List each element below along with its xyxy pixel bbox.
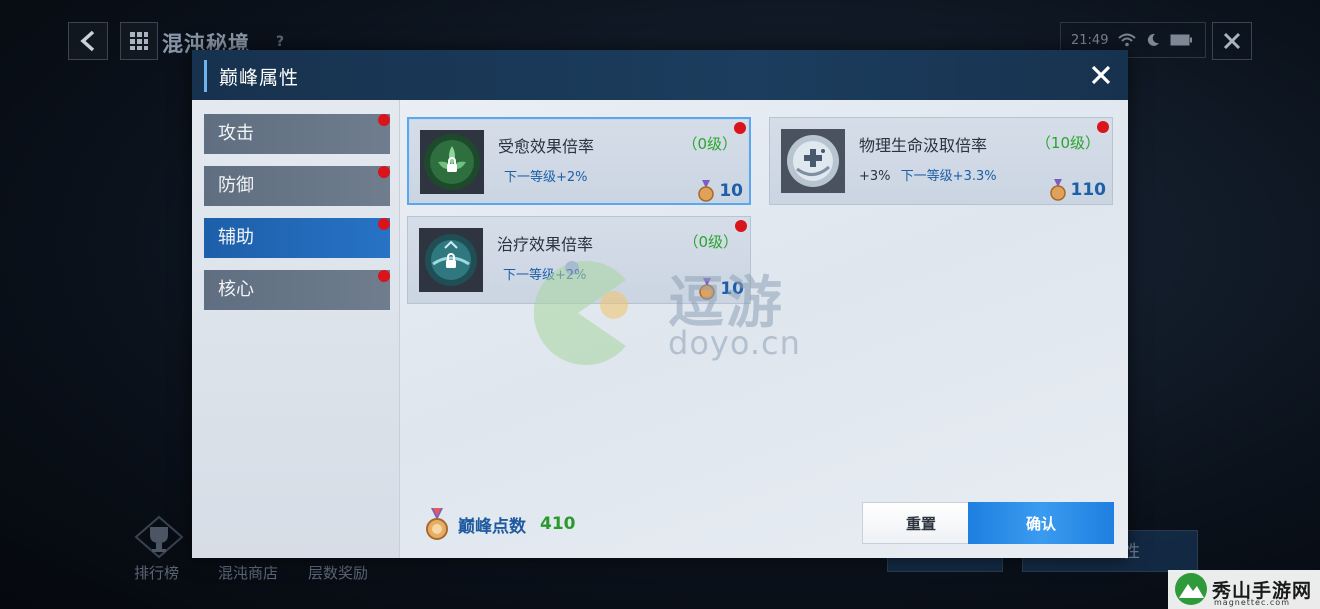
- water-lock-icon: [419, 228, 483, 292]
- doyo-watermark: 逗游 doyo.cn: [518, 258, 818, 368]
- close-icon: [1091, 65, 1111, 85]
- notification-dot: [1097, 121, 1109, 133]
- tab-core-label: 核心: [218, 279, 254, 300]
- site-watermark: 秀山手游网 magnettec.com: [1168, 570, 1320, 609]
- help-icon[interactable]: ?: [270, 32, 290, 52]
- doyo-logo-icon: [533, 261, 628, 365]
- trophy-icon: [134, 515, 184, 559]
- medal-icon: [1049, 179, 1066, 201]
- close-icon: [1223, 32, 1241, 50]
- attribute-current-value: +3%: [859, 169, 891, 184]
- notification-dot: [378, 270, 390, 282]
- attribute-next-level: 下一等级+2%: [504, 166, 588, 185]
- moon-icon: [1148, 33, 1160, 46]
- wifi-icon: [1118, 33, 1137, 47]
- tab-support-label: 辅助: [218, 227, 254, 248]
- chaos-shop-link[interactable]: 混沌商店: [218, 562, 278, 583]
- tab-defense-label: 防御: [218, 175, 254, 196]
- attribute-level: （0级）: [683, 233, 738, 251]
- attribute-next-level-text: 下一等级+3.3%: [900, 169, 997, 184]
- peak-points-value: 410: [540, 514, 576, 534]
- notification-dot: [378, 166, 390, 178]
- dialog-header: 巅峰属性: [192, 50, 1128, 100]
- attribute-next-level: +3% 下一等级+3.3%: [859, 165, 997, 184]
- attribute-cost-value: 10: [719, 181, 743, 201]
- chevron-left-icon: [80, 30, 95, 52]
- attribute-cost: 110: [1049, 179, 1107, 201]
- tab-defense[interactable]: 防御: [204, 166, 390, 206]
- notification-dot: [735, 220, 747, 232]
- mountain-logo-icon: [1175, 573, 1207, 605]
- attribute-cost-value: 110: [1070, 180, 1107, 200]
- tab-attack-label: 攻击: [218, 123, 254, 144]
- heal-orb-icon: [781, 129, 845, 193]
- battery-icon: [1170, 34, 1193, 46]
- attribute-level: （0级）: [682, 135, 737, 153]
- leaderboard-link[interactable]: 排行榜: [134, 562, 179, 583]
- attribute-level: （10级）: [1035, 134, 1100, 152]
- attribute-card-physical-lifesteal[interactable]: 物理生命汲取倍率 （10级） +3% 下一等级+3.3% 110: [769, 117, 1113, 205]
- floor-reward-link[interactable]: 层数奖励: [308, 562, 368, 583]
- menu-grid-button[interactable]: [120, 22, 158, 60]
- medal-icon: [426, 508, 448, 540]
- confirm-button[interactable]: 确认: [968, 502, 1114, 544]
- tab-attack[interactable]: 攻击: [204, 114, 390, 154]
- attribute-cost: 10: [697, 180, 743, 202]
- doyo-watermark-en: doyo.cn: [668, 324, 801, 362]
- peak-points: 巅峰点数 410: [424, 508, 576, 540]
- flower-lock-icon: [420, 130, 484, 194]
- attribute-name: 治疗效果倍率: [497, 235, 594, 254]
- attribute-card-heal-received[interactable]: 受愈效果倍率 （0级） 下一等级+2% 10: [407, 117, 751, 205]
- grid-icon: [130, 32, 148, 50]
- peak-points-label: 巅峰点数: [458, 516, 526, 537]
- reset-button[interactable]: 重置: [862, 502, 980, 544]
- dialog-close-button[interactable]: [1088, 62, 1114, 88]
- notification-dot: [734, 122, 746, 134]
- notification-dot: [378, 218, 390, 230]
- attribute-name: 受愈效果倍率: [498, 137, 595, 156]
- medal-icon: [698, 180, 715, 202]
- back-button[interactable]: [68, 22, 108, 60]
- category-tab-list: 攻击 防御 辅助 核心: [192, 100, 400, 558]
- dialog-title: 巅峰属性: [219, 67, 300, 89]
- attribute-name: 物理生命汲取倍率: [859, 136, 988, 155]
- clock-text: 21:49: [1071, 32, 1109, 48]
- notification-dot: [378, 114, 390, 126]
- tab-support[interactable]: 辅助: [204, 218, 390, 258]
- background-close-button[interactable]: [1212, 22, 1252, 60]
- site-watermark-en: magnettec.com: [1214, 598, 1290, 607]
- header-accent-bar: [204, 60, 207, 92]
- attribute-next-level-text: 下一等级+2%: [504, 170, 588, 185]
- tab-core[interactable]: 核心: [204, 270, 390, 310]
